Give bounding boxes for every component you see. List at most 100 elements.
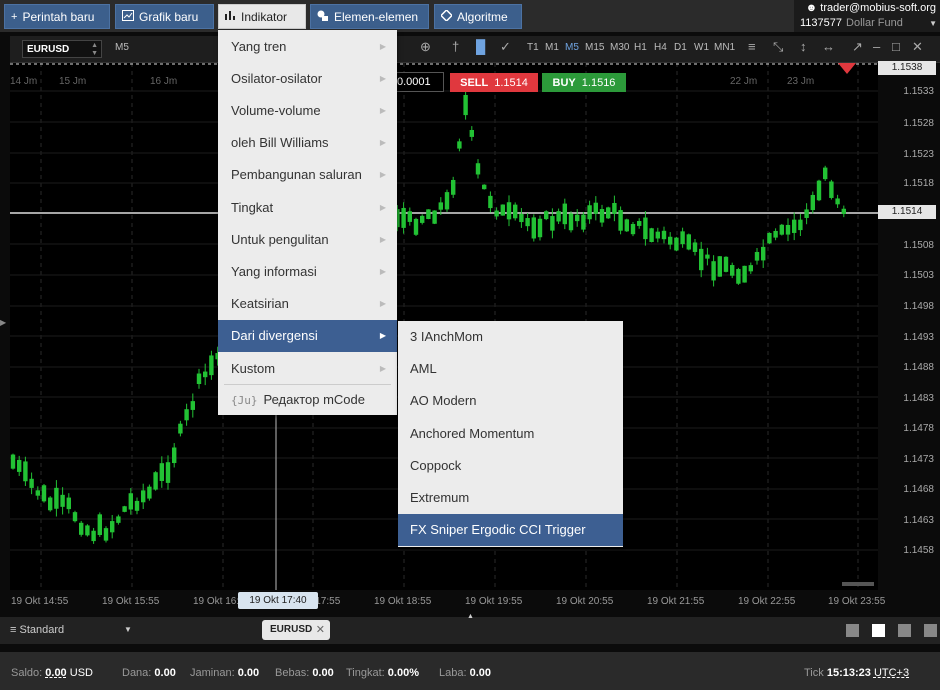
hamburger-icon: ≡ — [10, 624, 17, 636]
candle-body — [804, 209, 809, 218]
submenu-item-3[interactable]: Anchored Momentum — [398, 418, 623, 450]
candle-body — [29, 478, 34, 488]
candle-body — [463, 94, 468, 116]
price-tick-label: 1.1473 — [903, 454, 934, 465]
buy-button[interactable]: BUY 1.1516 — [542, 73, 626, 92]
submenu-item-0[interactable]: 3 IAnchMom — [398, 321, 623, 353]
timeframe-m1[interactable]: M1 — [545, 42, 559, 53]
vertical-line-icon[interactable]: ↕ — [800, 39, 807, 54]
minimize-icon[interactable]: – — [873, 39, 880, 54]
sell-button[interactable]: SELL 1.1514 — [450, 73, 538, 92]
layout-grid-icon[interactable] — [872, 624, 885, 637]
expand-up-icon[interactable]: ▲ — [467, 613, 474, 620]
level-value: 0.00% — [387, 667, 419, 679]
popout-icon[interactable]: ↗ — [852, 39, 863, 55]
layout-columns-icon[interactable] — [898, 624, 911, 637]
menu-item-7[interactable]: Yang informasi ▶ — [218, 256, 397, 288]
layout-single-icon[interactable] — [846, 624, 859, 637]
timezone-select[interactable]: UTC+3 — [874, 667, 909, 679]
balance-value[interactable]: 0.00 — [45, 667, 66, 679]
candle-body — [550, 216, 555, 231]
chevron-down-icon[interactable]: ▼ — [929, 19, 937, 28]
menu-item-9[interactable]: Dari divergensi ▶ — [218, 320, 397, 353]
candle-body — [116, 516, 121, 523]
line-chart-icon[interactable]: ✓ — [500, 39, 511, 55]
close-tab-icon[interactable]: ✕ — [316, 620, 325, 640]
symbol-select[interactable]: EURUSD ▲ ▼ — [22, 40, 102, 58]
timeframe-m5[interactable]: M5 — [565, 42, 579, 53]
candles-icon[interactable]: █ — [476, 39, 485, 54]
timeframe-w1[interactable]: W1 — [694, 42, 709, 53]
candle-body — [438, 202, 443, 210]
candle-body — [779, 224, 784, 235]
top-date-label: 14 Jm — [10, 76, 37, 87]
candle-body — [41, 485, 47, 502]
trendline-icon[interactable]: ⤡ — [773, 39, 783, 55]
candle-body — [72, 512, 78, 522]
indicators-button[interactable]: Indikator — [218, 4, 306, 29]
alert-marker-icon — [838, 63, 856, 74]
add-circle-icon[interactable]: ⊕ — [420, 39, 431, 55]
quantity-input[interactable]: 0.0001 — [392, 72, 444, 92]
menu-item-3[interactable]: oleh Bill Williams ▶ — [218, 127, 397, 159]
price-tick-label: 1.1533 — [903, 86, 934, 97]
candle-body — [699, 248, 704, 271]
elements-button[interactable]: Elemen-elemen — [310, 4, 429, 29]
menu-item-1[interactable]: Osilator-osilator ▶ — [218, 63, 397, 95]
top-date-label: 15 Jm — [59, 76, 86, 87]
menu-item-8[interactable]: Keatsirian ▶ — [218, 288, 397, 320]
chevron-right-icon: ▶ — [379, 138, 386, 148]
candle-body — [562, 203, 567, 225]
layout-rows-icon[interactable] — [924, 624, 937, 637]
menu-item-2[interactable]: Volume-volume ▶ — [218, 95, 397, 127]
workspace-select[interactable]: ≡ Standard — [10, 624, 64, 636]
submenu-item-5[interactable]: Extremum — [398, 482, 623, 514]
new-order-button[interactable]: + Perintah baru — [4, 4, 110, 29]
timeframe-mn1[interactable]: MN1 — [714, 42, 735, 53]
candle-body — [668, 236, 673, 245]
fit-icon[interactable]: ≡ — [748, 39, 756, 54]
menu-item-4[interactable]: Pembangunan saluran ▶ — [218, 159, 397, 191]
indicators-menu: Yang tren ▶ Osilator-osilator ▶ Volume-volum… — [218, 30, 397, 415]
submenu-item-4[interactable]: Coppock — [398, 450, 623, 482]
submenu-item-1[interactable]: AML — [398, 353, 623, 385]
timeframe-m30[interactable]: M30 — [610, 42, 629, 53]
close-icon[interactable]: ✕ — [912, 39, 923, 55]
maximize-icon[interactable]: □ — [892, 39, 900, 54]
candle-body — [178, 423, 183, 434]
timeframe-h4[interactable]: H4 — [654, 42, 667, 53]
timeframe-t1[interactable]: T1 — [527, 42, 539, 53]
time-tick-label: 19 Okt 15:55 — [102, 596, 160, 607]
cursor-icon[interactable]: † — [452, 39, 459, 54]
price-tick-label: 1.1463 — [903, 515, 934, 526]
chevron-down-icon[interactable]: ▼ — [124, 625, 132, 634]
chart-scrollbar[interactable] — [842, 582, 874, 586]
price-tick-label: 1.1478 — [903, 423, 934, 434]
candle-body — [773, 230, 778, 238]
menu-item-5[interactable]: Tingkat ▶ — [218, 192, 397, 224]
chart-tab-eurusd[interactable]: EURUSD ✕ — [262, 620, 330, 640]
submenu-item-6[interactable]: FX Sniper Ergodic CCI Trigger — [398, 514, 623, 547]
algorithms-button[interactable]: Algoritme — [434, 4, 522, 29]
candle-body — [568, 213, 574, 231]
status-bar: Saldo: 0.00 USD Dana: 0.00 Jaminan: 0.00… — [0, 652, 940, 690]
menu-item-6[interactable]: Untuk pengulitan ▶ — [218, 224, 397, 256]
divergence-submenu: 3 IAnchMom AML AO Modern Anchored Momentum C… — [398, 321, 623, 547]
menu-item-10[interactable]: Kustom ▶ — [218, 353, 397, 385]
candle-body — [537, 218, 543, 238]
chevron-right-icon: ▶ — [379, 234, 386, 244]
menu-item-0[interactable]: Yang tren ▶ — [218, 31, 397, 63]
candle-body — [35, 490, 40, 496]
timeframe-m15[interactable]: M15 — [585, 42, 604, 53]
timeframe-d1[interactable]: D1 — [674, 42, 687, 53]
account-panel[interactable]: ☻ trader@mobius-soft.org 1137577 Dollar F… — [794, 0, 940, 32]
timeframe-h1[interactable]: H1 — [634, 42, 647, 53]
horizontal-line-icon[interactable]: ↔ — [822, 39, 835, 54]
candle-body — [544, 211, 549, 220]
submenu-item-2[interactable]: AO Modern — [398, 385, 623, 417]
new-chart-button[interactable]: Grafik baru — [115, 4, 214, 29]
panel-expand-icon[interactable]: ▶ — [0, 318, 6, 327]
candle-body — [612, 203, 617, 214]
time-cursor-label: 19 Okt 17:40 — [238, 592, 318, 609]
mcode-editor-item[interactable]: {Ju} Редактор mCode — [218, 384, 397, 416]
